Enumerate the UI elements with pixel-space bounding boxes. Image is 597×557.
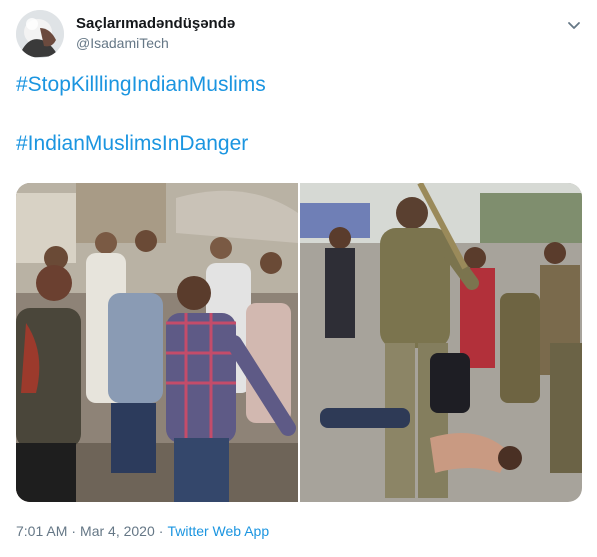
- hashtag-link[interactable]: #IndianMuslimsInDanger: [16, 132, 248, 156]
- separator-dot: ·: [71, 523, 77, 539]
- author-name[interactable]: Saçlarımadəndüşəndə: [76, 15, 235, 32]
- tweet-metadata: 7:01 AM · Mar 4, 2020 · Twitter Web App: [16, 523, 269, 539]
- separator-dot: ·: [158, 523, 164, 539]
- tweet-date[interactable]: Mar 4, 2020: [80, 523, 155, 539]
- tweet-time[interactable]: 7:01 AM: [16, 523, 67, 539]
- photo-street-crowd[interactable]: [16, 183, 298, 502]
- source-app-link[interactable]: Twitter Web App: [167, 523, 269, 539]
- author-handle[interactable]: @IsadamiTech: [76, 35, 169, 51]
- tweet-media[interactable]: [16, 183, 582, 502]
- hashtag-link[interactable]: #StopKilllingIndianMuslims: [16, 73, 266, 97]
- avatar[interactable]: [16, 10, 64, 58]
- photo-police-beating[interactable]: [300, 183, 582, 502]
- chevron-down-icon[interactable]: [565, 16, 583, 34]
